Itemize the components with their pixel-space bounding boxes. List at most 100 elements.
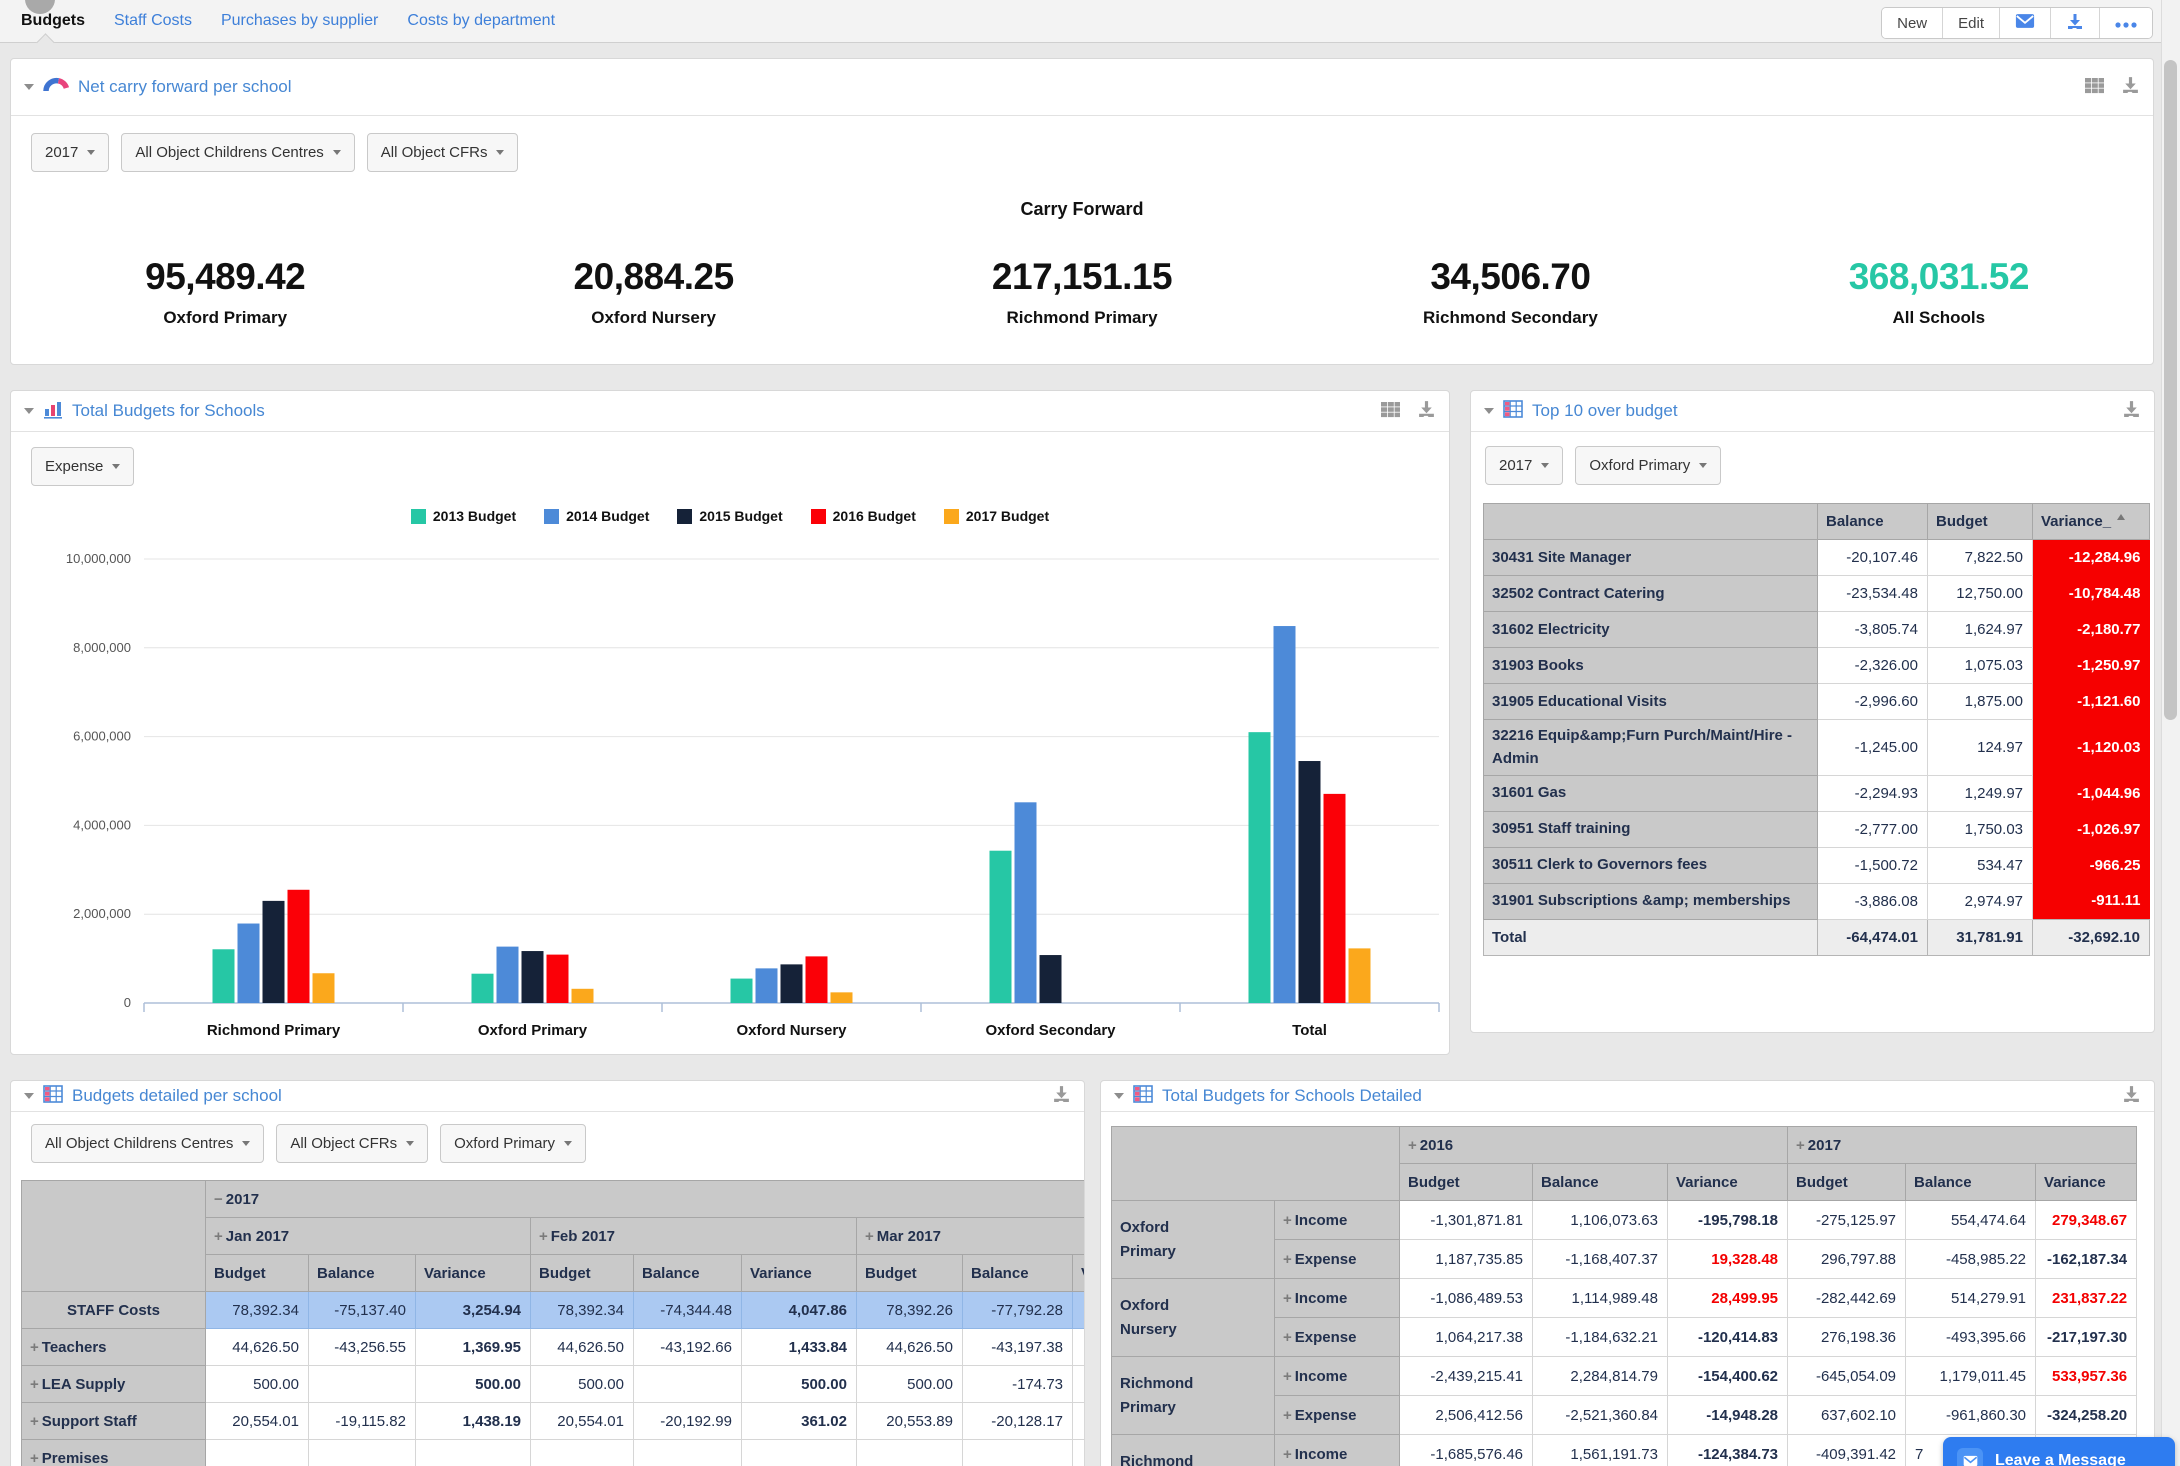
total-label: Total	[1484, 919, 1818, 955]
download-icon[interactable]	[2122, 399, 2141, 423]
bar-oxford-primary-2015-budget	[522, 951, 544, 1003]
measure-dropdown[interactable]: Expense	[31, 447, 134, 486]
data-cell: 1,179,011.45	[1906, 1357, 2036, 1396]
collapse-caret-icon[interactable]	[24, 408, 34, 414]
table-row: 30951 Staff training-2,777.001,750.03-1,…	[1484, 811, 2150, 847]
month-header-jan-2017[interactable]: +Jan 2017	[206, 1218, 531, 1255]
expand-plus-icon: +	[1283, 1368, 1292, 1385]
carry-2017-dropdown[interactable]: 2017	[31, 133, 109, 172]
row-type-income[interactable]: +Income	[1275, 1201, 1400, 1240]
total-row: Total-64,474.0131,781.91-32,692.10	[1484, 919, 2150, 955]
download-icon	[2066, 12, 2084, 34]
row-label-premises[interactable]: +Premises	[22, 1440, 206, 1466]
top10-corner-cell	[1484, 504, 1818, 540]
table-view-icon[interactable]	[2084, 76, 2105, 99]
metric-label: All Schools	[1725, 308, 2153, 328]
carry-all-object-cfrs-dropdown[interactable]: All Object CFRs	[367, 133, 519, 172]
data-cell: -14,948.28	[1668, 1396, 1788, 1435]
row-type-expense[interactable]: +Expense	[1275, 1318, 1400, 1357]
detail-all-object-childrens-centres-dropdown[interactable]: All Object Childrens Centres	[31, 1124, 264, 1163]
row-label-support-staff[interactable]: +Support Staff	[22, 1403, 206, 1440]
tab-costs-by-department[interactable]: Costs by department	[407, 0, 555, 42]
collapse-caret-icon[interactable]	[24, 84, 34, 90]
top10-2017-dropdown[interactable]: 2017	[1485, 446, 1563, 485]
collapse-caret-icon[interactable]	[24, 1093, 34, 1099]
top10-column-header-variance[interactable]: Variance_	[2033, 504, 2150, 540]
table-row: +Support Staff20,554.01-19,115.821,438.1…	[22, 1403, 1086, 1440]
data-cell: 78,392.26	[857, 1292, 963, 1329]
more-button[interactable]	[2100, 8, 2152, 38]
table-view-icon[interactable]	[1380, 400, 1401, 423]
subcolumn-header-variance: Variance	[2036, 1164, 2137, 1201]
table-row: 31601 Gas-2,294.931,249.97-1,044.96	[1484, 775, 2150, 811]
row-type-income[interactable]: +Income	[1275, 1279, 1400, 1318]
top10-row-label: 31601 Gas	[1484, 775, 1818, 811]
month-header-feb-2017[interactable]: +Feb 2017	[531, 1218, 857, 1255]
edit-button[interactable]: Edit	[1943, 8, 2000, 38]
legend-item-2016-budget[interactable]: 2016 Budget	[811, 508, 916, 524]
download-icon[interactable]	[2122, 1084, 2141, 1108]
data-cell: 1,561,191.73	[1533, 1435, 1668, 1466]
leave-message-button[interactable]: Leave a Message	[1943, 1437, 2175, 1466]
top10-row-label: 32502 Contract Catering	[1484, 576, 1818, 612]
detail-oxford-primary-dropdown[interactable]: Oxford Primary	[440, 1124, 586, 1163]
download-icon[interactable]	[1417, 399, 1436, 423]
legend-item-2015-budget[interactable]: 2015 Budget	[677, 508, 782, 524]
subcolumn-header-balance: Balance	[1533, 1164, 1668, 1201]
expand-plus-icon: +	[30, 1376, 39, 1393]
school-label-oxford-primary: Oxford Primary	[1112, 1201, 1275, 1279]
legend-item-2014-budget[interactable]: 2014 Budget	[544, 508, 649, 524]
bar-oxford-nursery-2014-budget	[756, 968, 778, 1003]
data-cell	[634, 1366, 742, 1403]
balance-cell: -3,805.74	[1818, 612, 1928, 648]
collapse-caret-icon[interactable]	[1484, 408, 1494, 414]
data-cell: 28,499.95	[1668, 1279, 1788, 1318]
row-type-income[interactable]: +Income	[1275, 1357, 1400, 1396]
year-header[interactable]: −2017	[206, 1181, 1086, 1218]
variance-cell: -12,284.96	[2033, 540, 2150, 576]
download-icon[interactable]	[2121, 75, 2140, 99]
download-icon[interactable]	[1052, 1084, 1071, 1108]
year-header-2017[interactable]: +2017	[1788, 1127, 2137, 1164]
page-scrollbar-thumb[interactable]	[2164, 60, 2177, 720]
tab-budgets[interactable]: Budgets	[21, 0, 85, 42]
top10-oxford-primary-dropdown[interactable]: Oxford Primary	[1575, 446, 1721, 485]
expand-plus-icon: +	[865, 1228, 874, 1245]
data-cell: -645,054.09	[1788, 1357, 1906, 1396]
row-type-expense[interactable]: +Expense	[1275, 1396, 1400, 1435]
data-cell: 554,474.64	[1906, 1201, 2036, 1240]
row-label-lea-supply[interactable]: +LEA Supply	[22, 1366, 206, 1403]
table-row: 31905 Educational Visits-2,996.601,875.0…	[1484, 684, 2150, 720]
tab-staff-costs[interactable]: Staff Costs	[114, 0, 192, 42]
collapse-caret-icon[interactable]	[1114, 1093, 1124, 1099]
legend-item-2017-budget[interactable]: 2017 Budget	[944, 508, 1049, 524]
month-header-mar-2017[interactable]: +Mar 2017	[857, 1218, 1086, 1255]
download-button[interactable]	[2051, 8, 2100, 38]
carry-forward-metrics: 95,489.42Oxford Primary20,884.25Oxford N…	[11, 256, 2153, 328]
carry-all-object-childrens-centres-dropdown[interactable]: All Object Childrens Centres	[121, 133, 354, 172]
page-scrollbar-track[interactable]	[2161, 0, 2180, 1466]
data-cell: 361.02	[742, 1403, 857, 1440]
email-button[interactable]	[2000, 8, 2051, 38]
data-cell	[531, 1440, 634, 1466]
row-label-teachers[interactable]: +Teachers	[22, 1329, 206, 1366]
legend-swatch	[544, 509, 559, 524]
row-type-expense[interactable]: +Expense	[1275, 1240, 1400, 1279]
expand-plus-icon: +	[1408, 1137, 1417, 1154]
data-cell: -1,184,632.21	[1533, 1318, 1668, 1357]
data-cell: 500.00	[206, 1366, 309, 1403]
year-header-2016[interactable]: +2016	[1400, 1127, 1788, 1164]
variance-cell: -1,026.97	[2033, 811, 2150, 847]
tab-purchases-by-supplier[interactable]: Purchases by supplier	[221, 0, 378, 42]
balance-cell: -23,534.48	[1818, 576, 1928, 612]
subcolumn-header-variance: Variance	[416, 1255, 531, 1292]
carry-filters: 2017 All Object Childrens Centres All Obje…	[31, 133, 2153, 172]
balance-cell: -3,886.08	[1818, 883, 1928, 919]
new-button[interactable]: New	[1882, 8, 1943, 38]
data-cell: -1,301,871.81	[1400, 1201, 1533, 1240]
data-cell: 1,064,217.38	[1400, 1318, 1533, 1357]
detail-all-object-cfrs-dropdown[interactable]: All Object CFRs	[276, 1124, 428, 1163]
legend-item-2013-budget[interactable]: 2013 Budget	[411, 508, 516, 524]
row-type-income[interactable]: +Income	[1275, 1435, 1400, 1466]
bar-total-2014-budget	[1274, 626, 1296, 1003]
